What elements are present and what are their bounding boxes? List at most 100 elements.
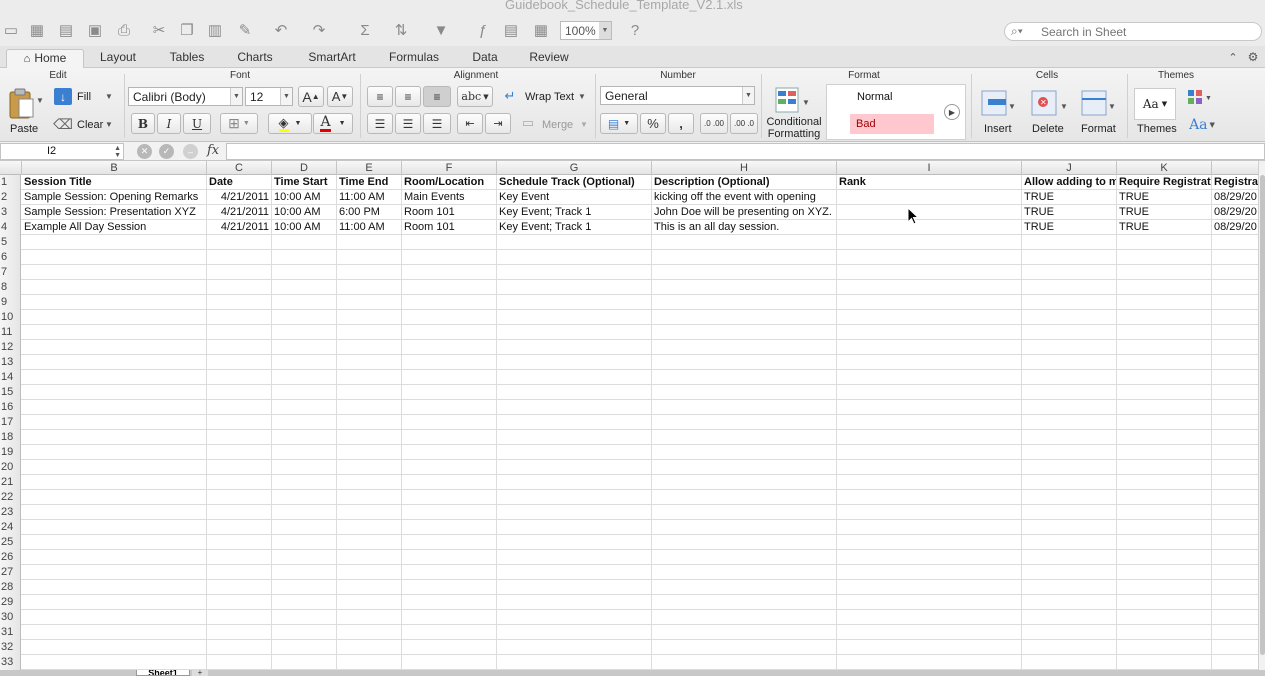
formula-input[interactable] — [226, 143, 1265, 160]
cell[interactable] — [1212, 550, 1258, 565]
cell[interactable] — [1022, 295, 1117, 310]
column-header-g[interactable]: G — [497, 161, 652, 175]
cell[interactable] — [337, 565, 402, 580]
row-header[interactable]: 32 — [0, 640, 21, 655]
cell[interactable]: Rank — [837, 175, 1022, 190]
cell[interactable] — [402, 295, 497, 310]
decrease-decimal-button[interactable]: .00 .0 — [730, 113, 758, 134]
chevron-down-icon[interactable]: ▼ — [105, 92, 113, 101]
cell[interactable] — [652, 490, 837, 505]
cell[interactable] — [1212, 610, 1258, 625]
cell[interactable] — [22, 355, 207, 370]
column-header-f[interactable]: F — [402, 161, 497, 175]
tab-charts[interactable]: Charts — [228, 49, 282, 68]
cell[interactable] — [497, 250, 652, 265]
cell[interactable] — [837, 310, 1022, 325]
cell[interactable]: 4/21/2011 — [207, 190, 272, 205]
wrap-text-button[interactable]: Wrap Text — [525, 91, 574, 103]
cell[interactable] — [1022, 655, 1117, 670]
row-header[interactable]: 19 — [0, 445, 21, 460]
cell[interactable] — [1212, 475, 1258, 490]
cell[interactable] — [652, 625, 837, 640]
cell[interactable] — [837, 235, 1022, 250]
cell[interactable] — [1022, 640, 1117, 655]
cell[interactable] — [402, 535, 497, 550]
cell[interactable] — [1022, 490, 1117, 505]
cell[interactable] — [402, 415, 497, 430]
cell[interactable] — [497, 295, 652, 310]
cell[interactable]: Require Registration — [1117, 175, 1212, 190]
align-bottom-button[interactable]: ≡ — [423, 86, 451, 107]
cell[interactable] — [652, 505, 837, 520]
cell[interactable] — [837, 655, 1022, 670]
cell[interactable]: Key Event — [497, 190, 652, 205]
decrease-indent-button[interactable]: ⇤ — [457, 113, 483, 134]
cell[interactable] — [272, 235, 337, 250]
align-center-button[interactable]: ☰ — [395, 113, 421, 134]
cell[interactable] — [497, 490, 652, 505]
cell[interactable] — [1022, 565, 1117, 580]
cell[interactable] — [272, 490, 337, 505]
cell[interactable] — [1212, 355, 1258, 370]
cell[interactable] — [402, 640, 497, 655]
column-header-d[interactable]: D — [272, 161, 337, 175]
cell[interactable] — [1212, 430, 1258, 445]
cell[interactable]: 10:00 AM — [272, 190, 337, 205]
cell[interactable] — [497, 460, 652, 475]
themes-button[interactable]: Aa ▼ — [1134, 88, 1176, 120]
cell[interactable] — [207, 550, 272, 565]
cell[interactable] — [22, 430, 207, 445]
cell[interactable] — [337, 640, 402, 655]
grow-font-button[interactable]: A ▲ — [298, 86, 324, 107]
align-middle-button[interactable]: ≡ — [395, 86, 421, 107]
theme-fonts-button[interactable]: Aa ▼ — [1186, 116, 1218, 134]
cell[interactable] — [1212, 655, 1258, 670]
column-header-j[interactable]: J — [1022, 161, 1117, 175]
cell[interactable]: Time End — [337, 175, 402, 190]
cell[interactable] — [272, 580, 337, 595]
cell[interactable]: TRUE — [1117, 205, 1212, 220]
cell[interactable] — [497, 550, 652, 565]
cell[interactable] — [22, 385, 207, 400]
redo-icon[interactable]: ↷ — [308, 19, 330, 41]
cell[interactable] — [1212, 490, 1258, 505]
cell[interactable] — [1212, 580, 1258, 595]
row-header[interactable]: 3 — [0, 205, 21, 220]
cell[interactable] — [497, 430, 652, 445]
scroll-thumb[interactable] — [1260, 175, 1265, 655]
cell[interactable]: 08/29/20 — [1212, 205, 1258, 220]
cell[interactable] — [207, 445, 272, 460]
cell[interactable]: TRUE — [1022, 220, 1117, 235]
cell[interactable] — [207, 505, 272, 520]
row-header[interactable]: 29 — [0, 595, 21, 610]
cell[interactable] — [497, 325, 652, 340]
cell[interactable]: 08/29/20 — [1212, 190, 1258, 205]
cell[interactable] — [272, 475, 337, 490]
cell[interactable] — [1212, 235, 1258, 250]
cell[interactable] — [22, 280, 207, 295]
row-header[interactable]: 5 — [0, 235, 21, 250]
function-wizard-icon[interactable]: ƒ — [472, 19, 494, 41]
row-header[interactable]: 6 — [0, 250, 21, 265]
cell[interactable] — [22, 580, 207, 595]
column-header-i[interactable]: I — [837, 161, 1022, 175]
cell[interactable] — [337, 235, 402, 250]
row-header[interactable]: 33 — [0, 655, 21, 670]
cell[interactable] — [207, 310, 272, 325]
cell[interactable] — [22, 265, 207, 280]
tab-formulas[interactable]: Formulas — [380, 49, 448, 68]
cell[interactable] — [402, 625, 497, 640]
cell[interactable] — [1022, 385, 1117, 400]
row-header[interactable]: 18 — [0, 430, 21, 445]
cell[interactable] — [337, 295, 402, 310]
tab-layout[interactable]: Layout — [90, 49, 146, 68]
cell[interactable] — [1022, 400, 1117, 415]
cell[interactable] — [1117, 250, 1212, 265]
cell[interactable] — [1117, 280, 1212, 295]
cell[interactable] — [837, 475, 1022, 490]
new-icon[interactable]: ▭ — [0, 19, 22, 41]
cell[interactable] — [1212, 370, 1258, 385]
cell[interactable] — [272, 340, 337, 355]
cell[interactable] — [272, 355, 337, 370]
cell[interactable] — [402, 610, 497, 625]
